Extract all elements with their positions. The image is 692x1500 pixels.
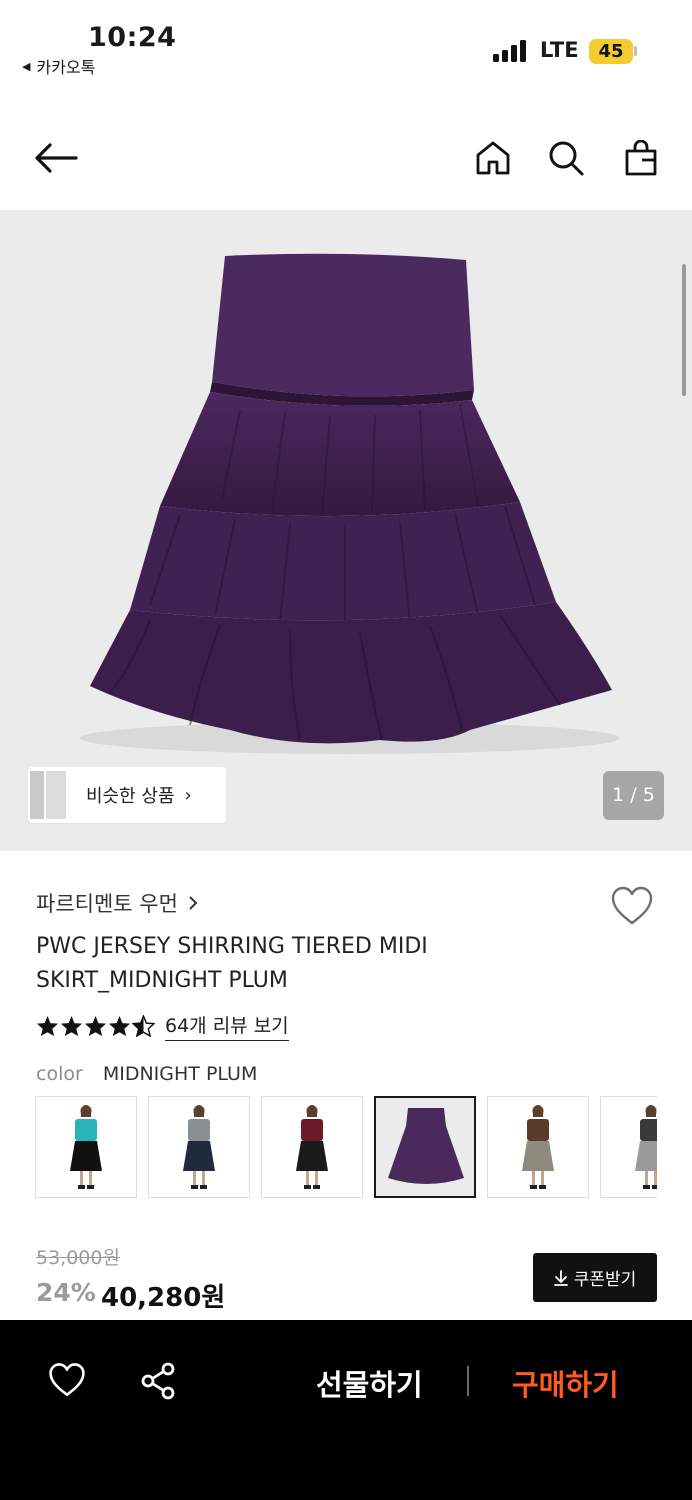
color-option-thumbnail[interactable] (148, 1096, 250, 1198)
color-option-thumbnail[interactable] (600, 1096, 657, 1198)
bottom-action-bar: 선물하기 구매하기 (0, 1320, 692, 1500)
coupon-label: 쿠폰받기 (573, 1270, 637, 1290)
similar-product-thumbnail (28, 767, 68, 823)
gallery-scrollbar[interactable] (682, 264, 686, 396)
color-option-image (635, 1105, 657, 1189)
chevron-right-icon: › (184, 784, 192, 806)
brand-link[interactable]: 파르티멘토 우먼 (36, 888, 198, 918)
color-option-image (183, 1105, 215, 1189)
star-icon (60, 1015, 83, 1037)
color-value: MIDNIGHT PLUM (102, 1063, 258, 1085)
image-counter: 1 / 5 (603, 771, 664, 820)
rating-row: 64개 리뷰 보기 (36, 1011, 289, 1041)
color-option-image (70, 1105, 102, 1189)
original-price: 53,000원 (36, 1247, 120, 1269)
chevron-right-icon (189, 896, 198, 910)
back-arrow-icon[interactable] (30, 120, 82, 196)
coupon-button[interactable]: 쿠폰받기 (533, 1253, 657, 1302)
similar-products-button[interactable]: 비슷한 상품 › (28, 767, 226, 823)
color-option-image (388, 1108, 464, 1184)
search-icon[interactable] (543, 120, 589, 196)
battery-icon: 45 (589, 39, 633, 64)
download-icon (553, 1269, 568, 1286)
discount-rate: 24% (36, 1278, 96, 1307)
shopping-bag-icon[interactable] (618, 120, 664, 196)
brand-name: 파르티멘토 우먼 (36, 892, 178, 916)
star-icon (36, 1015, 59, 1037)
color-option-thumbnail[interactable] (35, 1096, 137, 1198)
star-rating (36, 1015, 155, 1037)
sale-price: 40,280원 (101, 1283, 226, 1313)
product-image-skirt (80, 253, 620, 754)
battery-cap (634, 46, 637, 56)
status-bar: 10:24 ◀ 카카오톡 LTE 45 (0, 0, 692, 90)
wishlist-heart-icon[interactable] (48, 1362, 86, 1402)
back-triangle-icon: ◀ (22, 59, 31, 73)
review-link[interactable]: 64개 리뷰 보기 (165, 1011, 289, 1041)
wishlist-heart-icon[interactable] (610, 886, 654, 930)
home-icon[interactable] (470, 120, 516, 196)
back-app-label: 카카오톡 (36, 58, 96, 77)
back-to-app-link[interactable]: ◀ 카카오톡 (22, 54, 95, 78)
color-label: color (36, 1063, 83, 1085)
network-label: LTE (540, 38, 579, 62)
color-option-image (296, 1105, 328, 1189)
gift-button[interactable]: 선물하기 (316, 1362, 423, 1404)
status-time: 10:24 (88, 22, 177, 53)
signal-icon (493, 40, 526, 62)
color-option-list (35, 1096, 657, 1199)
color-option-thumbnail[interactable] (487, 1096, 589, 1198)
half-star-icon (132, 1015, 155, 1037)
color-option-thumbnail[interactable] (261, 1096, 363, 1198)
star-icon (108, 1015, 131, 1037)
color-option-thumbnail[interactable] (374, 1096, 476, 1198)
share-icon[interactable] (140, 1362, 176, 1404)
product-title: PWC JERSEY SHIRRING TIERED MIDI SKIRT_MI… (36, 934, 428, 993)
color-row: color MIDNIGHT PLUM (36, 1063, 257, 1085)
similar-products-label: 비슷한 상품 (86, 786, 175, 807)
divider (467, 1366, 469, 1396)
color-option-image (522, 1105, 554, 1189)
star-icon (84, 1015, 107, 1037)
buy-button[interactable]: 구매하기 (512, 1362, 619, 1404)
product-image-gallery[interactable]: 비슷한 상품 › 1 / 5 (0, 210, 692, 851)
top-navbar (0, 120, 692, 196)
